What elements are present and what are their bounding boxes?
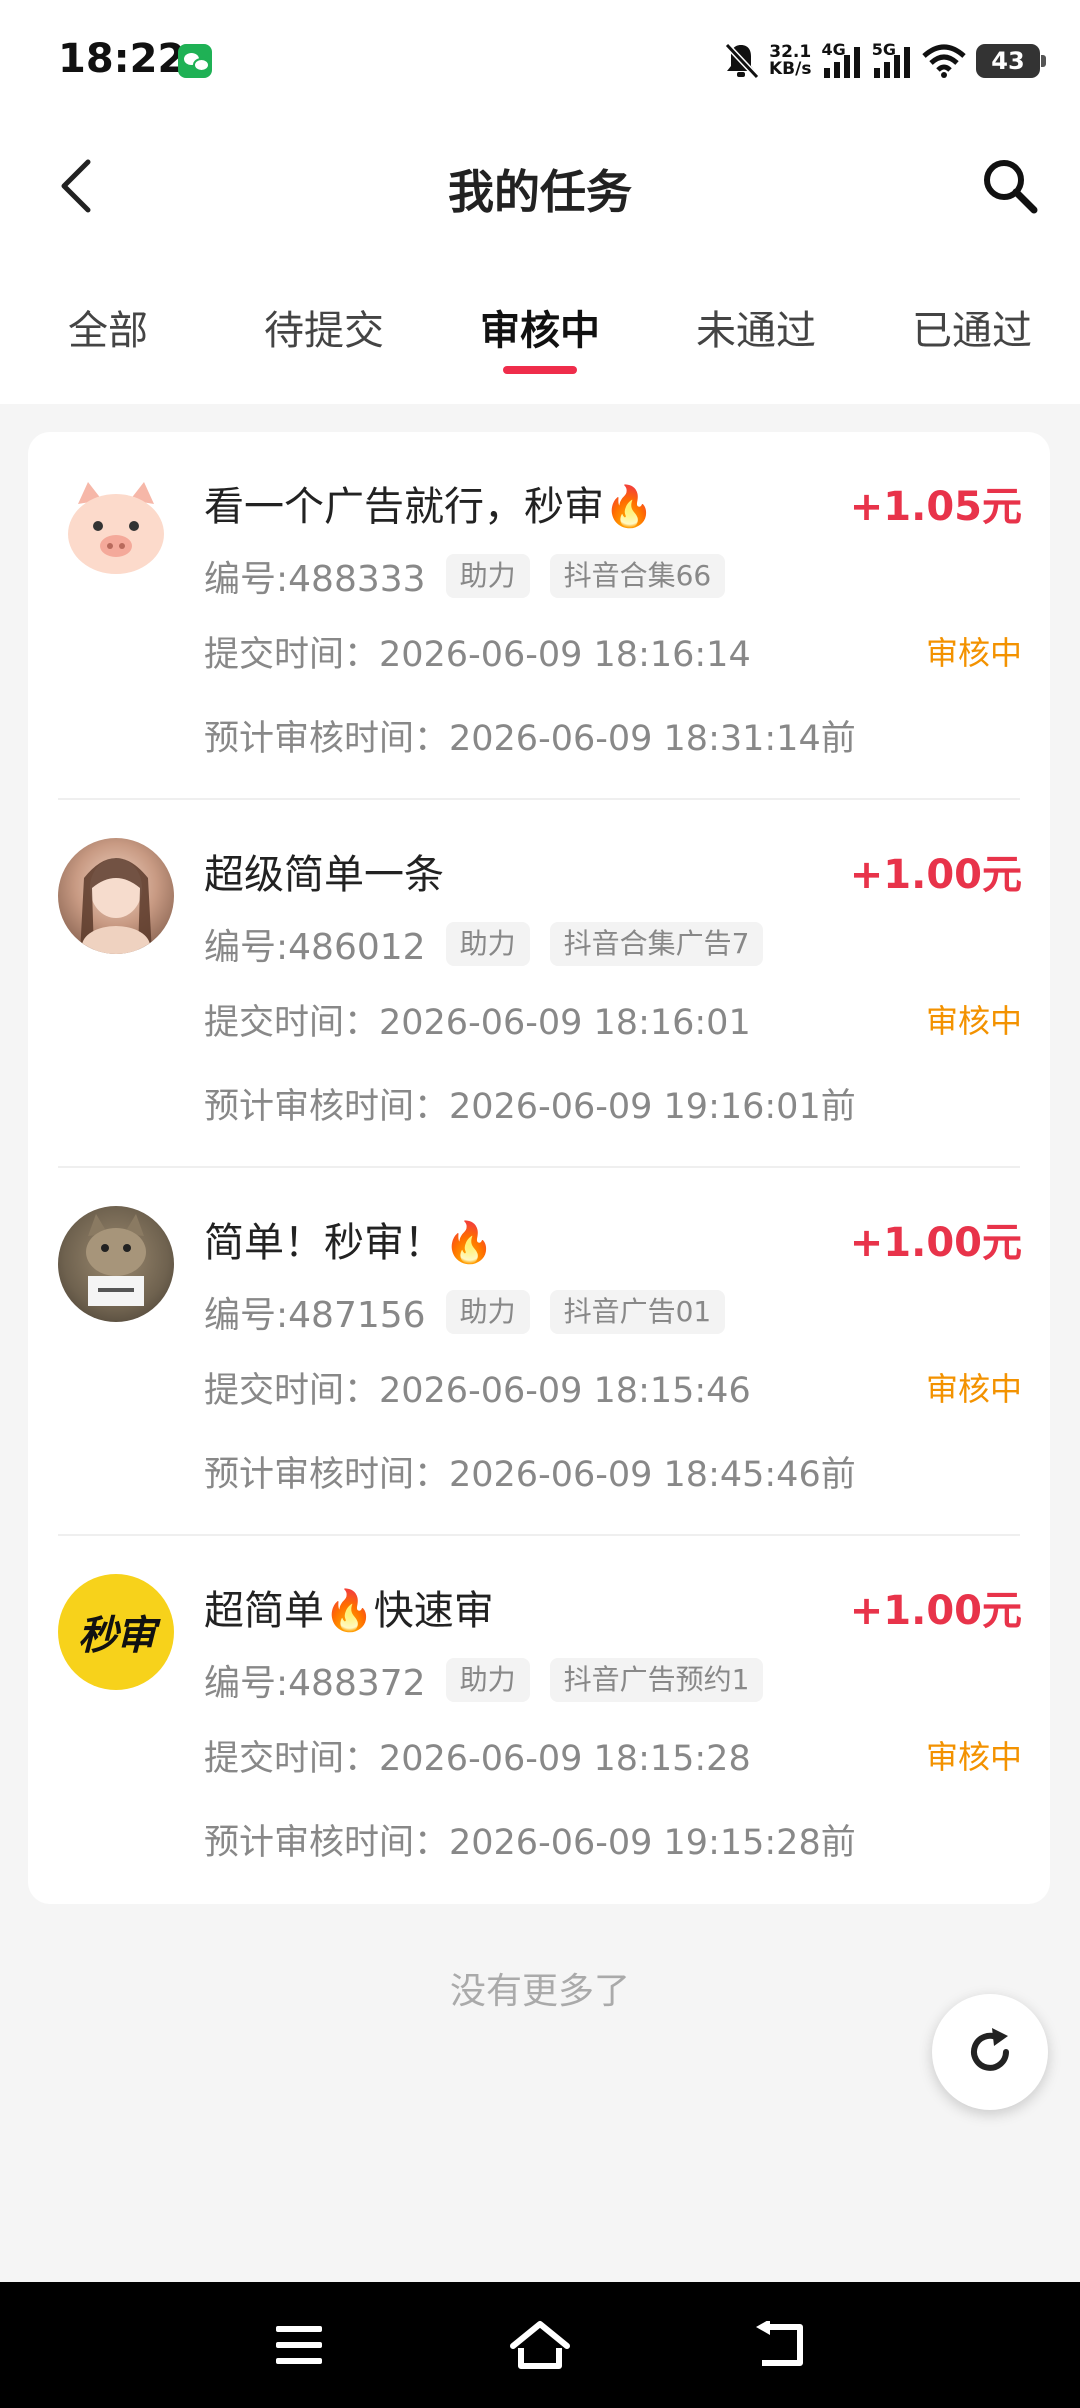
- task-tag-category: 抖音合集广告7: [549, 922, 764, 966]
- task-id-row: 编号:488372 助力 抖音广告预约1: [204, 1654, 764, 1706]
- task-submit-time: 提交时间：2026-06-09 18:16:01: [204, 1003, 751, 1043]
- task-title: 看一个广告就行，秒审🔥: [204, 484, 654, 530]
- tab-rejected[interactable]: 未通过: [676, 298, 836, 356]
- task-tag-type: 助力: [445, 554, 530, 598]
- signal2-label: 5G: [871, 39, 896, 59]
- task-title: 超简单🔥快速审: [204, 1588, 494, 1634]
- tab-all[interactable]: 全部: [28, 298, 188, 356]
- task-tabs: 全部 待提交 审核中 未通过 已通过: [0, 250, 1080, 404]
- task-review-time: 预计审核时间：2026-06-09 19:16:01前: [204, 1087, 856, 1127]
- wifi-icon: [922, 44, 966, 78]
- task-title: 超级简单一条: [204, 852, 444, 898]
- avatar-logo-text: 秒审: [78, 1613, 156, 1659]
- task-id: 编号:486012: [204, 927, 426, 968]
- task-submit-time: 提交时间：2026-06-09 18:16:14: [204, 635, 751, 675]
- refresh-button[interactable]: [932, 1994, 1048, 2110]
- task-reward: +1.05元: [849, 484, 1022, 530]
- task-id: 编号:488333: [204, 559, 426, 600]
- cat-photo-avatar: [58, 1206, 174, 1322]
- task-status-badge: 审核中: [925, 634, 1022, 672]
- girl-photo-avatar: [58, 838, 174, 954]
- tab-approved[interactable]: 已通过: [892, 298, 1052, 356]
- search-icon: [984, 160, 1038, 214]
- task-submit-time: 提交时间：2026-06-09 18:15:28: [204, 1739, 751, 1779]
- nav-home-button[interactable]: [509, 2314, 571, 2376]
- task-reward: +1.00元: [849, 852, 1022, 898]
- task-title: 简单！秒审！🔥: [204, 1220, 494, 1266]
- signal1-label: 4G: [821, 39, 846, 59]
- task-item[interactable]: 秒审 超简单🔥快速审 +1.00元 编号:488372 助力 抖音广告预约1 提…: [28, 1536, 1050, 1904]
- tab-pending-submit[interactable]: 待提交: [244, 298, 404, 356]
- home-icon: [510, 2321, 570, 2369]
- active-tab-indicator: [503, 366, 577, 374]
- task-item[interactable]: 超级简单一条 +1.00元 编号:486012 助力 抖音合集广告7 提交时间：…: [28, 800, 1050, 1168]
- task-review-time: 预计审核时间：2026-06-09 18:31:14前: [204, 719, 856, 759]
- search-button[interactable]: [978, 154, 1042, 218]
- task-id-row: 编号:488333 助力 抖音合集66: [204, 550, 726, 602]
- wechat-notification-icon: [178, 44, 212, 78]
- task-id-row: 编号:487156 助力 抖音广告01: [204, 1286, 726, 1338]
- status-bar: 18:22 32.1 KB/s 4G 5G 43: [0, 0, 1080, 120]
- task-submit-time: 提交时间：2026-06-09 18:15:46: [204, 1371, 751, 1411]
- task-item[interactable]: 看一个广告就行，秒审🔥 +1.05元 编号:488333 助力 抖音合集66 提…: [28, 432, 1050, 800]
- status-time: 18:22: [58, 36, 186, 82]
- nav-back-button[interactable]: [750, 2314, 812, 2376]
- net-speed: 32.1 KB/s: [769, 44, 811, 78]
- task-list: 看一个广告就行，秒审🔥 +1.05元 编号:488333 助力 抖音合集66 提…: [28, 432, 1050, 1904]
- tab-under-review[interactable]: 审核中: [460, 298, 620, 356]
- bell-mute-icon: [724, 42, 759, 80]
- cat-icon: [86, 1214, 146, 1306]
- system-nav-bar: [0, 2282, 1080, 2408]
- battery-indicator: 43: [976, 44, 1046, 78]
- task-id-row: 编号:486012 助力 抖音合集广告7: [204, 918, 764, 970]
- miaoshen-logo-avatar: 秒审: [58, 1574, 174, 1690]
- task-id: 编号:487156: [204, 1295, 426, 1336]
- net-speed-unit: KB/s: [769, 59, 812, 79]
- refresh-icon: [971, 2028, 1009, 2071]
- task-item[interactable]: 简单！秒审！🔥 +1.00元 编号:487156 助力 抖音广告01 提交时间：…: [28, 1168, 1050, 1536]
- header: 我的任务: [0, 120, 1080, 250]
- task-tag-type: 助力: [445, 922, 530, 966]
- task-status-badge: 审核中: [925, 1738, 1022, 1776]
- task-id: 编号:488372: [204, 1663, 426, 1704]
- pig-avatar: [58, 470, 174, 586]
- portrait-icon: [80, 858, 152, 954]
- task-review-time: 预计审核时间：2026-06-09 18:45:46前: [204, 1455, 856, 1495]
- task-tag-category: 抖音广告预约1: [549, 1658, 764, 1702]
- task-status-badge: 审核中: [925, 1370, 1022, 1408]
- task-tag-type: 助力: [445, 1290, 530, 1334]
- task-reward: +1.00元: [849, 1220, 1022, 1266]
- menu-icon: [276, 2326, 322, 2364]
- task-tag-type: 助力: [445, 1658, 530, 1702]
- task-status-badge: 审核中: [925, 1002, 1022, 1040]
- page-title: 我的任务: [448, 165, 632, 219]
- task-tag-category: 抖音广告01: [549, 1290, 726, 1334]
- status-icons: 32.1 KB/s 4G 5G 43: [723, 38, 1046, 84]
- task-tag-category: 抖音合集66: [549, 554, 726, 598]
- task-review-time: 预计审核时间：2026-06-09 19:15:28前: [204, 1823, 856, 1863]
- pig-icon: [68, 482, 164, 574]
- nav-menu-button[interactable]: [268, 2314, 330, 2376]
- return-icon: [756, 2321, 803, 2366]
- no-more-text: 没有更多了: [449, 1971, 630, 2012]
- task-reward: +1.00元: [849, 1588, 1022, 1634]
